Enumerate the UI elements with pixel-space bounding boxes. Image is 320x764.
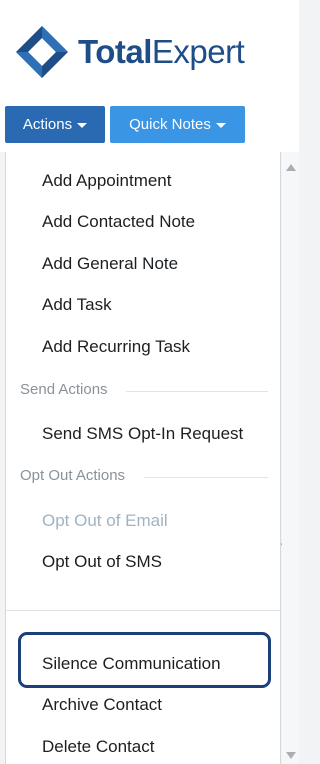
brand-name-total: Total bbox=[78, 33, 152, 70]
section-header-opt-out-actions: Opt Out Actions bbox=[20, 467, 126, 484]
brand-name: TotalExpert bbox=[78, 24, 245, 80]
quick-notes-button-label: Quick Notes bbox=[129, 116, 211, 133]
menu-item-delete-contact[interactable]: Delete Contact bbox=[42, 737, 154, 757]
logo[interactable]: TotalExpert bbox=[14, 24, 245, 80]
menu-item-add-task[interactable]: Add Task bbox=[42, 295, 112, 315]
contact-toolbar: Actions Quick Notes bbox=[0, 94, 299, 152]
brand-name-expert: Expert bbox=[151, 33, 245, 70]
menu-item-add-contacted-note[interactable]: Add Contacted Note bbox=[42, 212, 195, 232]
menu-item-opt-out-email: Opt Out of Email bbox=[42, 511, 168, 530]
menu-item-archive-contact[interactable]: Archive Contact bbox=[42, 695, 162, 715]
caret-down-icon bbox=[215, 123, 226, 128]
menu-item-opt-out-sms[interactable]: Opt Out of SMS bbox=[42, 552, 162, 572]
section-header-send-actions: Send Actions bbox=[20, 381, 108, 398]
menu-item-add-appointment[interactable]: Add Appointment bbox=[42, 171, 171, 191]
actions-dropdown-menu: Add Appointment Add Contacted Note Add G… bbox=[5, 152, 281, 764]
actions-button[interactable]: Actions bbox=[5, 106, 105, 143]
scroll-down-arrow-icon[interactable] bbox=[286, 752, 296, 759]
quick-notes-button[interactable]: Quick Notes bbox=[110, 106, 245, 143]
section-divider bbox=[144, 477, 268, 478]
menu-item-send-sms-opt-in[interactable]: Send SMS Opt-In Request bbox=[42, 424, 243, 444]
totalexpert-logo-icon bbox=[16, 26, 68, 78]
caret-down-icon bbox=[77, 123, 88, 128]
scroll-up-arrow-icon[interactable] bbox=[286, 164, 296, 171]
actions-button-label: Actions bbox=[22, 116, 73, 133]
app-header: TotalExpert bbox=[0, 0, 299, 95]
menu-scrollbar[interactable] bbox=[282, 152, 299, 764]
menu-item-silence-communication[interactable]: Silence Communication bbox=[42, 654, 221, 674]
section-divider bbox=[126, 391, 268, 392]
menu-item-add-recurring-task[interactable]: Add Recurring Task bbox=[42, 337, 190, 357]
menu-divider bbox=[6, 610, 280, 611]
menu-item-add-general-note[interactable]: Add General Note bbox=[42, 254, 178, 274]
